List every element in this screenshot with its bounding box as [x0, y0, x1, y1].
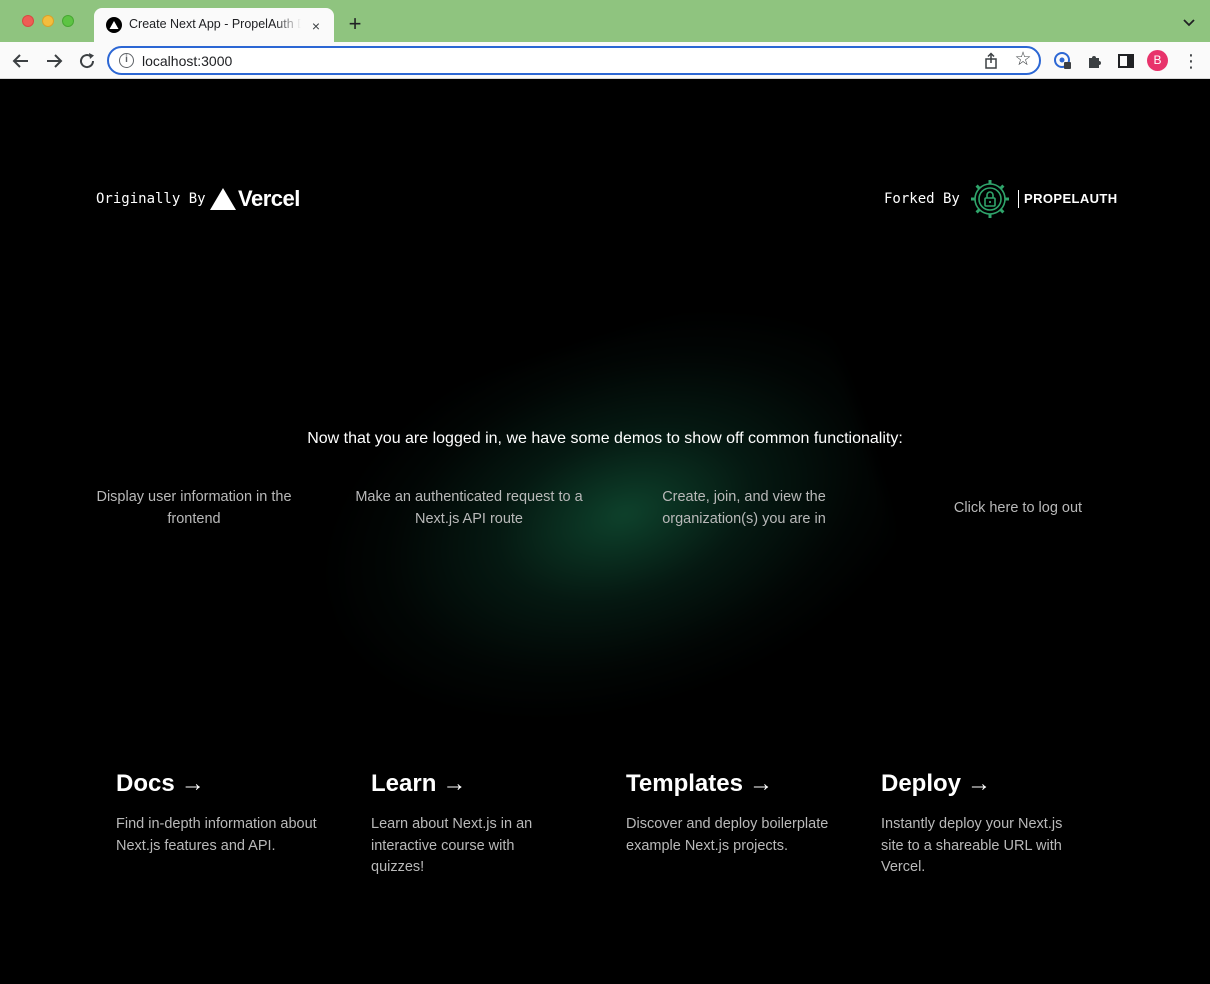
active-tab[interactable]: Create Next App - PropelAuth Demo ×	[94, 8, 334, 42]
originally-by-label: Originally By	[96, 191, 206, 207]
tab-close-icon[interactable]: ×	[308, 18, 324, 34]
arrow-right-icon: →	[180, 770, 205, 797]
share-icon[interactable]	[983, 52, 999, 70]
forward-arrow-icon[interactable]	[43, 50, 65, 72]
minimize-window-button[interactable]	[42, 15, 54, 27]
card-learn[interactable]: Learn → Learn about Next.js in an interac…	[371, 770, 601, 879]
card-description: Discover and deploy boilerplate example …	[626, 816, 829, 854]
logout-link[interactable]: Click here to log out	[930, 497, 1106, 519]
card-description: Instantly deploy your Next.js site to a …	[881, 816, 1063, 875]
arrow-right-icon: →	[442, 770, 467, 797]
background-glow	[278, 272, 922, 788]
card-description: Learn about Next.js in an interactive co…	[371, 816, 533, 875]
propelauth-wordmark[interactable]: PROPELAUTH	[1024, 191, 1118, 206]
browser-menu-icon[interactable]: ⋮	[1182, 51, 1200, 71]
forked-by-label: Forked By	[884, 191, 960, 207]
arrow-right-icon: →	[967, 770, 992, 797]
password-manager-extension-icon[interactable]	[1053, 51, 1073, 71]
card-title: Deploy →	[881, 770, 992, 797]
demo-link-user-info[interactable]: Display user information in the frontend	[84, 486, 304, 530]
demo-link-organizations[interactable]: Create, join, and view the organization(…	[630, 486, 858, 530]
vercel-triangle-icon	[210, 188, 236, 210]
card-docs[interactable]: Docs → Find in-depth information about Ne…	[116, 770, 346, 857]
logo-divider	[1018, 190, 1019, 208]
page-viewport: Originally By Vercel Forked By PROPELAUT…	[0, 80, 1210, 984]
new-tab-button[interactable]: +	[344, 13, 366, 35]
card-deploy[interactable]: Deploy → Instantly deploy your Next.js si…	[881, 770, 1111, 879]
browser-toolbar: i localhost:3000 ☆ B ⋮	[0, 42, 1210, 79]
vercel-wordmark: Vercel	[238, 186, 300, 211]
reload-icon[interactable]	[76, 50, 98, 72]
maximize-window-button[interactable]	[62, 15, 74, 27]
tab-search-chevron-icon[interactable]	[1180, 14, 1198, 32]
arrow-right-icon: →	[748, 770, 773, 797]
card-templates[interactable]: Templates → Discover and deploy boilerpla…	[626, 770, 856, 857]
intro-text: Now that you are logged in, we have some…	[307, 430, 903, 447]
tab-title: Create Next App - PropelAuth Demo	[129, 17, 301, 31]
demo-link-api-request[interactable]: Make an authenticated request to a Next.…	[344, 486, 594, 530]
close-window-button[interactable]	[22, 15, 34, 27]
bookmark-star-icon[interactable]: ☆	[1013, 49, 1033, 71]
vercel-logo[interactable]: Vercel	[210, 186, 312, 212]
card-title: Learn →	[371, 770, 467, 797]
card-description: Find in-depth information about Next.js …	[116, 816, 317, 854]
profile-avatar[interactable]: B	[1147, 50, 1168, 71]
extensions-puzzle-icon[interactable]	[1085, 51, 1105, 71]
card-title: Docs →	[116, 770, 205, 797]
propelauth-lock-gear-icon[interactable]	[969, 178, 1011, 220]
site-info-icon[interactable]: i	[119, 53, 134, 68]
nextjs-favicon-icon	[106, 17, 122, 33]
url-text[interactable]: localhost:3000	[142, 53, 232, 69]
address-bar[interactable]: i localhost:3000 ☆	[107, 46, 1041, 75]
side-panel-icon[interactable]	[1116, 51, 1136, 71]
card-title: Templates →	[626, 770, 773, 797]
back-arrow-icon[interactable]	[10, 50, 32, 72]
tab-strip: Create Next App - PropelAuth Demo × +	[0, 0, 1210, 42]
